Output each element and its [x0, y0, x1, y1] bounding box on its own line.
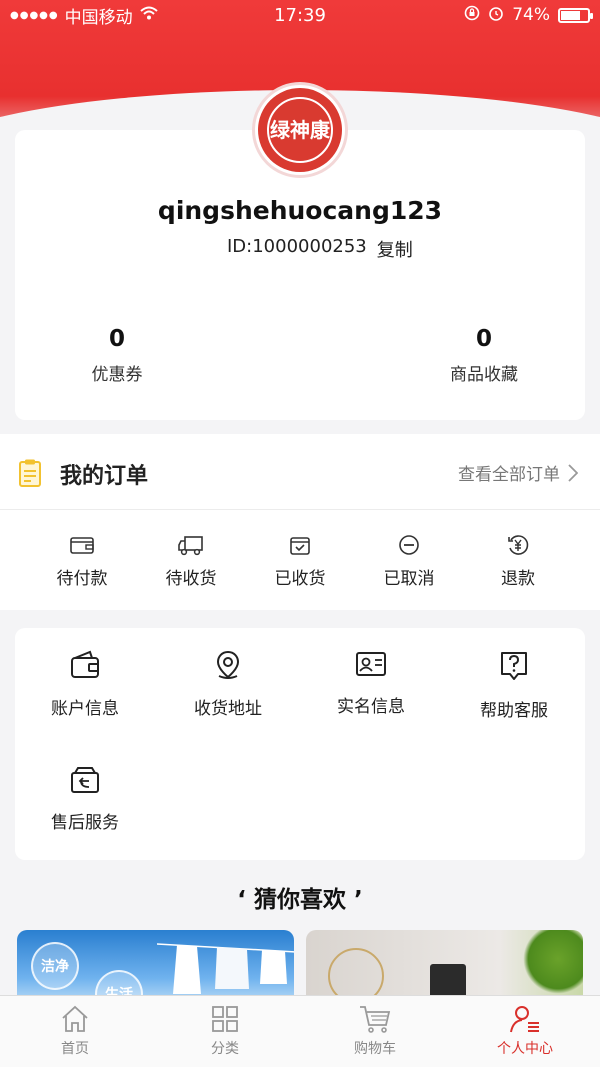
username: qingshehuocang123 [157, 196, 443, 225]
home-icon [25, 1004, 125, 1034]
shipping-address-label: 收货地址 [194, 699, 262, 719]
order-received-label: 已收货 [274, 569, 326, 589]
clipboard-icon [18, 458, 42, 492]
plant-image [523, 930, 583, 994]
user-id-line: ID:1000000253 复制 [227, 236, 413, 262]
favorites-stat[interactable]: 0 商品收藏 [404, 326, 564, 385]
bottom-tab-bar: 首页 分类 购物车 个人中心 [0, 995, 600, 1067]
brand-logo: 绿神康 [252, 82, 348, 178]
wifi-icon [139, 5, 159, 25]
account-info-label: 账户信息 [51, 699, 119, 719]
coupons-stat[interactable]: 0 优惠券 [37, 326, 197, 385]
refund-yen-icon [463, 534, 573, 556]
order-pending-receipt-label: 待收货 [165, 569, 217, 589]
real-name-info-label: 实名信息 [337, 697, 405, 717]
tab-cart[interactable]: 购物车 [325, 1004, 425, 1058]
after-sales-label: 售后服务 [51, 813, 119, 833]
coupons-label: 优惠券 [91, 365, 143, 385]
order-refund-label: 退款 [501, 569, 535, 589]
order-refund[interactable]: 退款 [463, 534, 573, 589]
laundry-image [157, 943, 294, 994]
alarm-icon [488, 5, 504, 26]
tab-category-label: 分类 [211, 1041, 239, 1057]
wallet-icon [15, 650, 155, 680]
rotation-lock-icon [464, 5, 480, 26]
help-service-item[interactable]: 帮助客服 [444, 650, 584, 721]
user-id: ID:1000000253 [227, 236, 367, 257]
order-pending-payment-label: 待付款 [56, 569, 108, 589]
cancel-circle-icon [354, 534, 464, 556]
order-cancelled[interactable]: 已取消 [354, 534, 464, 589]
real-name-info-item[interactable]: 实名信息 [301, 650, 441, 717]
order-pending-receipt[interactable]: 待收货 [136, 534, 246, 589]
view-all-orders-link[interactable]: 查看全部订单 [458, 460, 578, 485]
my-orders-section: 我的订单 查看全部订单 待付款 待收货 已收货 已取消 退款 [0, 434, 600, 610]
tab-profile-label: 个人中心 [497, 1041, 553, 1057]
return-box-icon [15, 766, 155, 794]
id-card-icon [301, 650, 441, 678]
favorites-label: 商品收藏 [450, 365, 518, 385]
battery-icon [558, 7, 593, 23]
favorites-count: 0 [475, 326, 492, 352]
view-all-orders-label: 查看全部订单 [458, 465, 560, 485]
status-time: 17:39 [274, 4, 326, 26]
order-cancelled-label: 已取消 [383, 569, 435, 589]
coupons-count: 0 [108, 326, 125, 352]
copy-id-button[interactable]: 复制 [377, 236, 413, 262]
carrier-label: 中国移动 [64, 7, 133, 28]
tab-category[interactable]: 分类 [175, 1004, 275, 1058]
brand-logo-text: 绿神康 [267, 97, 333, 163]
wallet-icon [27, 534, 137, 556]
order-pending-payment[interactable]: 待付款 [27, 534, 137, 589]
battery-percent: 74% [512, 5, 550, 25]
guess-you-like-title: ‘ 猜你喜欢 ’ [237, 887, 363, 913]
signal-icon: ●●●●● [10, 9, 59, 21]
tab-cart-label: 购物车 [354, 1041, 396, 1057]
help-service-label: 帮助客服 [480, 701, 548, 721]
order-received[interactable]: 已收货 [245, 534, 355, 589]
tab-home-label: 首页 [61, 1041, 89, 1057]
account-info-item[interactable]: 账户信息 [15, 650, 155, 719]
grid-icon [175, 1004, 275, 1034]
chevron-right-icon [568, 463, 578, 482]
tab-profile[interactable]: 个人中心 [475, 1004, 575, 1058]
status-bar: ●●●●● 中国移动 17:39 74% [0, 0, 600, 30]
cart-icon [325, 1004, 425, 1034]
user-icon [475, 1004, 575, 1034]
received-bag-icon [245, 534, 355, 556]
orders-title: 我的订单 [60, 464, 149, 489]
help-chat-icon [444, 650, 584, 682]
shipping-address-item[interactable]: 收货地址 [158, 650, 298, 719]
services-card: 账户信息 收货地址 实名信息 帮助客服 售后服务 [15, 628, 585, 860]
truck-icon [136, 534, 246, 556]
product-badge: 洁净 [31, 942, 79, 990]
tab-home[interactable]: 首页 [25, 1004, 125, 1058]
after-sales-item[interactable]: 售后服务 [15, 766, 155, 833]
location-pin-icon [158, 650, 298, 680]
orders-header: 我的订单 查看全部订单 [0, 434, 600, 510]
